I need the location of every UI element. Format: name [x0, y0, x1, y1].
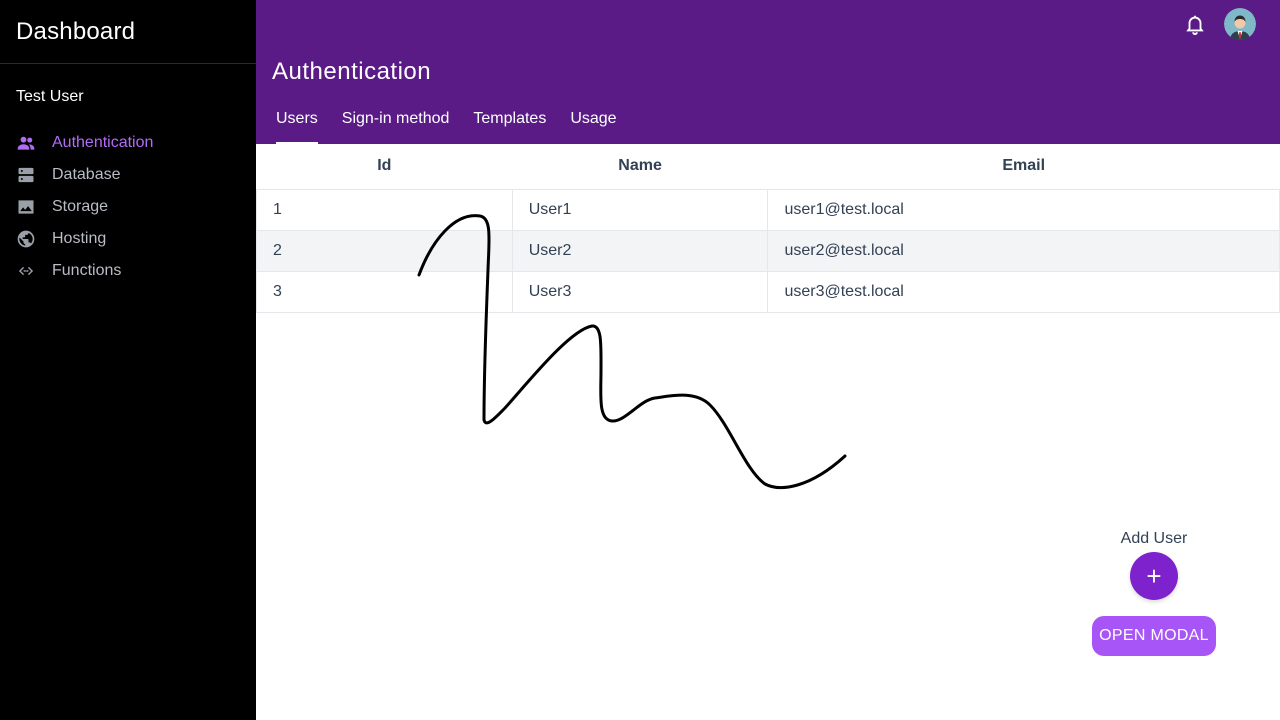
sidebar-item-storage[interactable]: Storage — [0, 191, 256, 223]
globe-icon — [16, 229, 36, 249]
table-row[interactable]: 3 User3 user3@test.local — [256, 270, 1280, 313]
table-row[interactable]: 2 User2 user2@test.local — [256, 229, 1280, 272]
column-header-id: Id — [256, 144, 513, 190]
sidebar-item-label: Authentication — [52, 134, 154, 151]
tab-bar: Users Sign-in method Templates Usage — [264, 100, 629, 144]
image-icon — [16, 197, 36, 217]
cell-name: User1 — [511, 188, 769, 231]
tab-usage[interactable]: Usage — [558, 100, 628, 144]
people-icon — [16, 133, 36, 153]
tab-users[interactable]: Users — [264, 100, 330, 144]
sidebar-item-hosting[interactable]: Hosting — [0, 223, 256, 255]
sidebar-item-label: Functions — [52, 262, 122, 279]
add-user-label: Add User — [1120, 530, 1188, 547]
cell-email: user3@test.local — [767, 270, 1280, 313]
cell-email: user2@test.local — [767, 229, 1280, 272]
sidebar-nav: Authentication Database Storage Hosting … — [0, 127, 256, 287]
cell-email: user1@test.local — [767, 188, 1280, 231]
sidebar-item-label: Hosting — [52, 230, 107, 247]
column-header-name: Name — [512, 144, 768, 190]
tab-templates[interactable]: Templates — [461, 100, 558, 144]
users-table-container: Id Name Email 1 User1 user1@test.local 2… — [256, 144, 1280, 313]
database-icon — [16, 165, 36, 185]
code-icon — [16, 261, 36, 281]
sidebar-item-authentication[interactable]: Authentication — [0, 127, 256, 159]
tab-sign-in-method[interactable]: Sign-in method — [330, 100, 462, 144]
users-table: Id Name Email 1 User1 user1@test.local 2… — [256, 144, 1280, 313]
avatar[interactable] — [1224, 8, 1256, 40]
cell-id: 3 — [256, 270, 513, 313]
cell-name: User3 — [511, 270, 769, 313]
sidebar-item-label: Storage — [52, 198, 109, 215]
cell-name: User2 — [511, 229, 769, 272]
table-header-row: Id Name Email — [256, 144, 1280, 190]
bell-icon[interactable] — [1184, 13, 1206, 35]
app-title: Dashboard — [0, 0, 256, 64]
page-title: Authentication — [272, 58, 432, 85]
sidebar-item-database[interactable]: Database — [0, 159, 256, 191]
sidebar-item-functions[interactable]: Functions — [0, 255, 256, 287]
top-header: Authentication Users Sign-in method Temp… — [256, 0, 1280, 144]
sidebar-item-label: Database — [52, 166, 121, 183]
column-header-email: Email — [767, 144, 1280, 190]
cell-id: 1 — [256, 188, 513, 231]
sidebar: Dashboard Test User Authentication Datab… — [0, 0, 256, 720]
open-modal-button[interactable]: OPEN MODAL — [1092, 616, 1216, 656]
cell-id: 2 — [256, 229, 513, 272]
table-row[interactable]: 1 User1 user1@test.local — [256, 188, 1280, 231]
add-user-button[interactable]: + — [1130, 552, 1178, 600]
user-name: Test User — [16, 88, 84, 105]
